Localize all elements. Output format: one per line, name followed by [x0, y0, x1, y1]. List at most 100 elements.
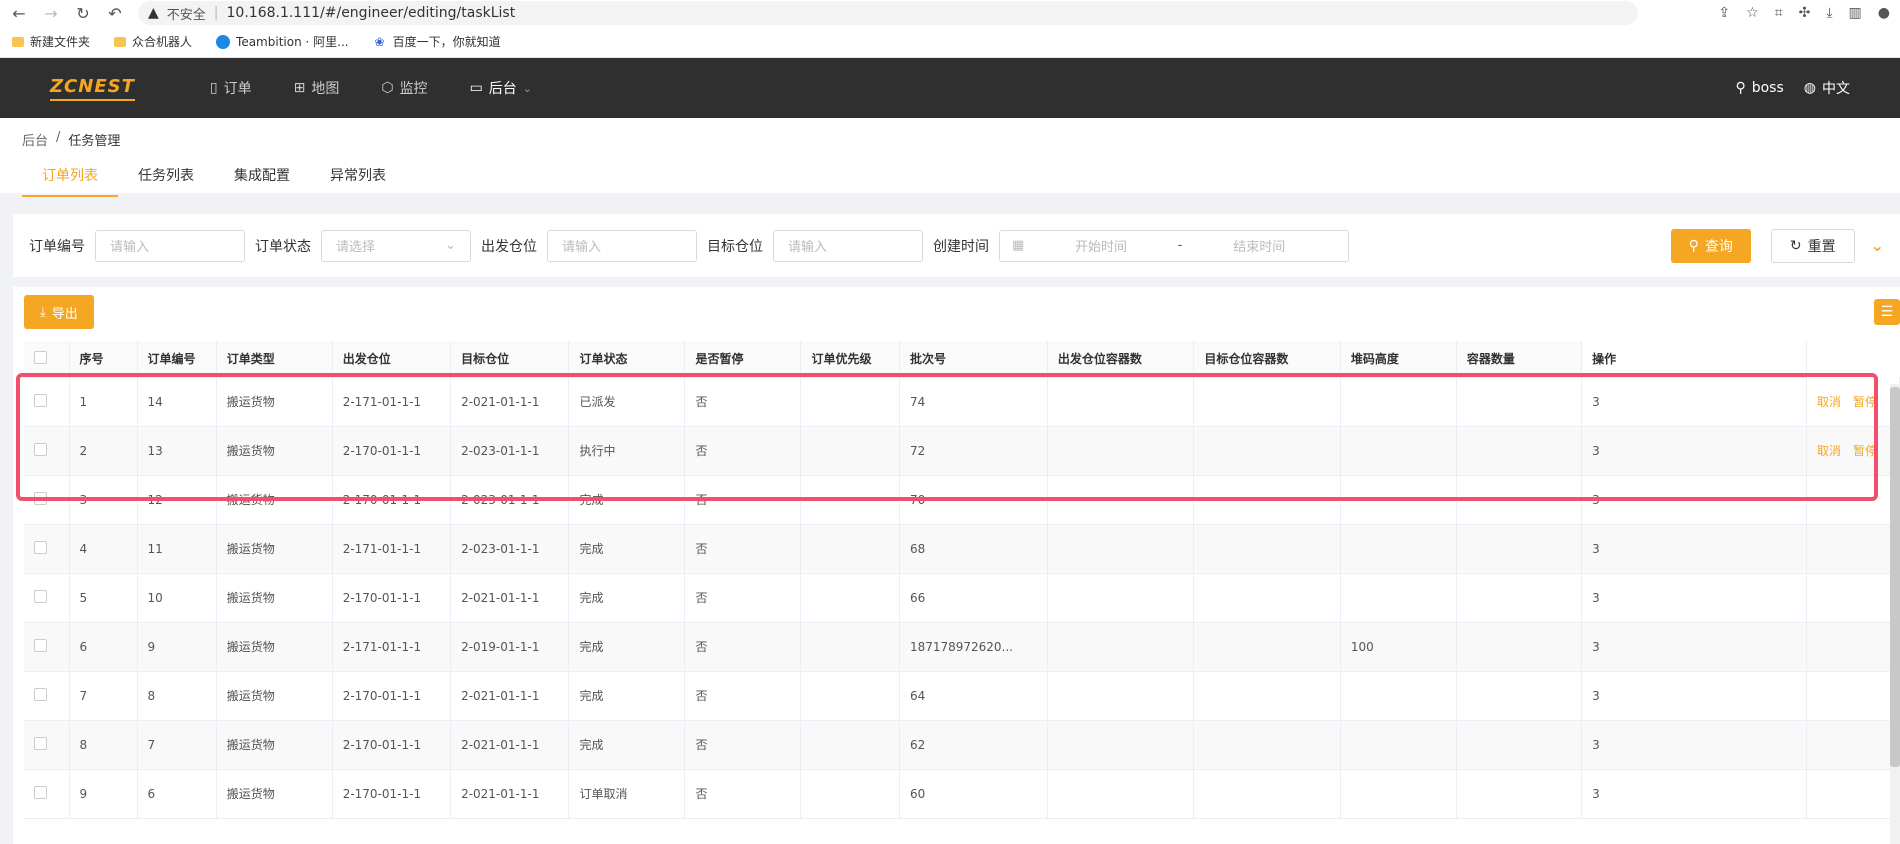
- table-cell: [1193, 573, 1341, 623]
- cancel-link[interactable]: 取消: [1817, 395, 1841, 409]
- checkbox[interactable]: [34, 540, 47, 554]
- row-select[interactable]: [24, 573, 70, 623]
- from-input[interactable]: 请输入: [547, 229, 697, 262]
- checkbox[interactable]: [34, 687, 47, 701]
- column-header: 批次号: [899, 341, 1048, 378]
- checkbox[interactable]: [34, 736, 47, 750]
- checkbox[interactable]: [34, 491, 47, 505]
- row-select[interactable]: [24, 769, 70, 819]
- address-bar[interactable]: ▲ 不安全 | 10.168.1.111/#/engineer/editing/…: [138, 1, 1638, 25]
- order-no-input[interactable]: 请输入: [95, 229, 245, 262]
- menu-item-orders[interactable]: ▯ 订单: [210, 78, 252, 98]
- file-icon: ▯: [209, 80, 218, 96]
- table-row[interactable]: 6 9 搬运货物 2-171-01-1-1 2-019-01-1-1 完成否 1871789…: [24, 622, 1900, 672]
- tab-order-list[interactable]: 订单列表: [22, 159, 118, 197]
- actions-cell: 取消 暂停: [1806, 377, 1900, 427]
- table-row[interactable]: 2 13 搬运货物 2-170-01-1-1 2-023-01-1-1 执行中否 72 3 取消…: [24, 426, 1900, 476]
- table-cell: [1047, 573, 1195, 623]
- table-cell: 搬运货物: [216, 622, 333, 672]
- bookmark-item[interactable]: Teambition · 阿里...: [216, 33, 349, 50]
- bookmark-item[interactable]: 众合机器人: [114, 33, 192, 50]
- row-select[interactable]: [24, 524, 70, 574]
- pause-link[interactable]: 暂停: [1853, 395, 1877, 409]
- crop-icon[interactable]: ⌗: [1775, 5, 1783, 21]
- table-cell: 70: [899, 475, 1048, 525]
- checkbox[interactable]: [34, 442, 47, 456]
- bookmark-label: 众合机器人: [132, 35, 193, 49]
- table-cell: 2-170-01-1-1: [332, 671, 452, 721]
- status-select[interactable]: 请选择 ⌄: [321, 229, 471, 262]
- select-all[interactable]: [24, 341, 70, 378]
- share-icon[interactable]: ⇪: [1718, 5, 1730, 21]
- checkbox[interactable]: [34, 350, 47, 364]
- vehicle-value: 3: [1592, 443, 1600, 458]
- tab-integration[interactable]: 集成配置: [214, 159, 310, 197]
- table-cell: 11: [137, 524, 217, 574]
- menu-item-monitor[interactable]: ⬡ 监控: [381, 78, 427, 98]
- column-header: 容器数量: [1456, 341, 1583, 378]
- table-cell: [1340, 769, 1457, 819]
- end-date[interactable]: 结束时间: [1183, 236, 1337, 255]
- cancel-link[interactable]: 取消: [1817, 444, 1841, 458]
- table-cell: 2-023-01-1-1: [450, 426, 570, 476]
- breadcrumb-root[interactable]: 后台: [22, 130, 48, 149]
- collapse-icon[interactable]: ⌄: [1871, 236, 1884, 255]
- download-icon[interactable]: ⤓: [1826, 5, 1832, 21]
- checkbox[interactable]: [34, 785, 47, 799]
- table-row[interactable]: 9 6 搬运货物 2-170-01-1-1 2-021-01-1-1 订单取消否 60 3: [24, 769, 1900, 819]
- scrollbar-thumb[interactable]: [1890, 387, 1900, 767]
- checkbox[interactable]: [34, 589, 47, 603]
- reload-icon[interactable]: ↻: [74, 4, 92, 23]
- row-select[interactable]: [24, 720, 70, 770]
- row-select[interactable]: [24, 426, 70, 476]
- extension-icon[interactable]: ✣: [1799, 5, 1811, 21]
- table-cell: 2-023-01-1-1: [450, 524, 570, 574]
- export-button[interactable]: ⤓ 导出: [24, 295, 94, 329]
- vehicle-cell: 3: [1581, 769, 1807, 819]
- table-cell: 否: [684, 671, 802, 721]
- sidebar-icon[interactable]: ▥: [1849, 5, 1862, 21]
- pause-link[interactable]: 暂停: [1853, 444, 1877, 458]
- user-menu[interactable]: ⚲ boss: [1735, 78, 1783, 98]
- date-range-picker[interactable]: ▦ 开始时间 - 结束时间: [999, 229, 1349, 262]
- reset-button[interactable]: ↻ 重置: [1770, 228, 1855, 263]
- table-row[interactable]: 3 12 搬运货物 2-170-01-1-1 2-023-01-1-1 完成否 70 3: [24, 475, 1900, 525]
- column-header: 是否暂停: [684, 341, 802, 378]
- menu-item-map[interactable]: ⊞ 地图: [294, 78, 340, 98]
- table-row[interactable]: 7 8 搬运货物 2-170-01-1-1 2-021-01-1-1 完成否 64 3: [24, 671, 1900, 721]
- checkbox[interactable]: [34, 638, 47, 652]
- start-date[interactable]: 开始时间: [1024, 236, 1178, 255]
- to-input[interactable]: 请输入: [773, 229, 923, 262]
- query-button[interactable]: ⚲ 查询: [1670, 228, 1751, 263]
- table-cell: 完成: [568, 720, 686, 770]
- language-switch[interactable]: ◍ 中文: [1804, 78, 1850, 98]
- table-cell: 否: [684, 720, 802, 770]
- tab-exceptions[interactable]: 异常列表: [310, 159, 406, 197]
- undo-icon[interactable]: ↶: [106, 4, 124, 23]
- row-select[interactable]: [24, 622, 70, 672]
- bookmark-item[interactable]: 新建文件夹: [12, 33, 90, 50]
- table-cell: 否: [684, 377, 802, 427]
- bookmark-item[interactable]: ❀ 百度一下，你就知道: [373, 33, 501, 50]
- table-cell: 64: [899, 671, 1048, 721]
- back-icon[interactable]: ←: [10, 4, 28, 23]
- table-row[interactable]: 5 10 搬运货物 2-170-01-1-1 2-021-01-1-1 完成否 66 3: [24, 573, 1900, 623]
- tab-task-list[interactable]: 任务列表: [118, 159, 214, 197]
- table-row[interactable]: 4 11 搬运货物 2-171-01-1-1 2-023-01-1-1 完成否 68 3: [24, 524, 1900, 574]
- star-icon[interactable]: ☆: [1746, 5, 1759, 21]
- row-select[interactable]: [24, 475, 70, 525]
- actions-cell: [1806, 720, 1900, 770]
- column-header: 目标仓位容器数: [1193, 341, 1341, 378]
- row-select[interactable]: [24, 671, 70, 721]
- profile-icon[interactable]: ●: [1878, 5, 1890, 21]
- table-cell: 9: [69, 769, 138, 819]
- column-settings-icon[interactable]: ☰: [1874, 299, 1900, 325]
- table-row[interactable]: 1 14 搬运货物 2-171-01-1-1 2-021-01-1-1 已派发否 74 3 取消…: [24, 377, 1900, 427]
- menu-item-backend[interactable]: ▭ 后台 ⌄: [470, 78, 532, 98]
- row-select[interactable]: [24, 377, 70, 427]
- checkbox[interactable]: [34, 393, 47, 407]
- table-cell: [1456, 475, 1583, 525]
- breadcrumb: 后台 / 任务管理: [22, 130, 1878, 149]
- table-row[interactable]: 8 7 搬运货物 2-170-01-1-1 2-021-01-1-1 完成否 62 3: [24, 720, 1900, 770]
- forward-icon[interactable]: →: [42, 4, 60, 23]
